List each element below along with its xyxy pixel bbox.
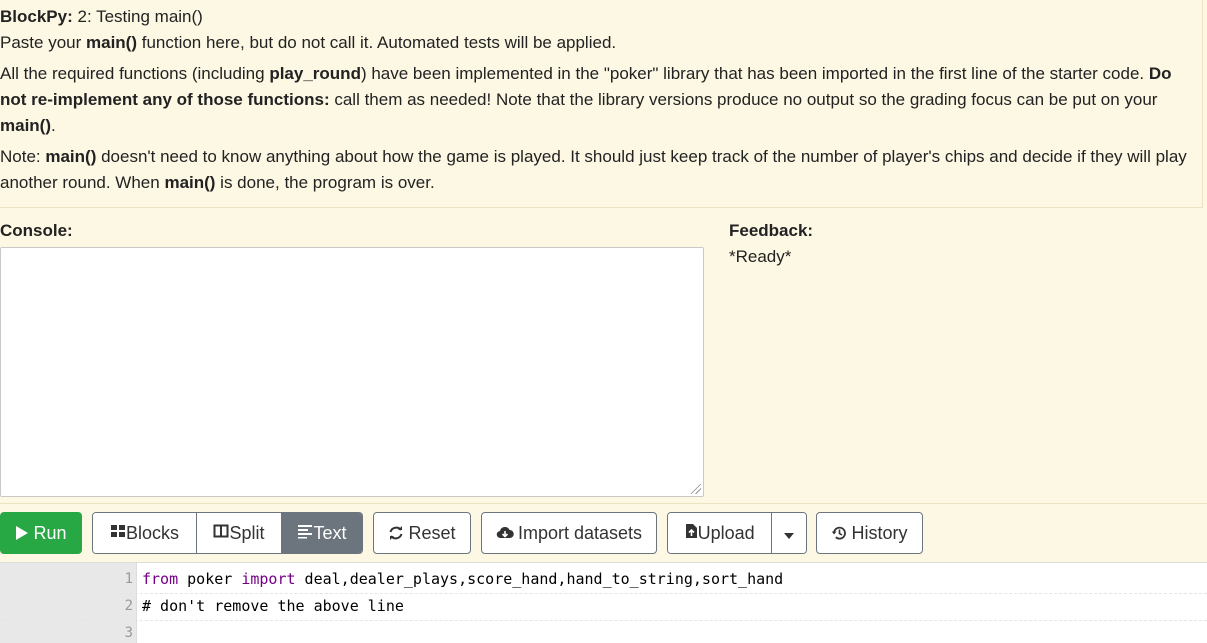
upload-label: Upload <box>697 522 755 543</box>
import-label: Import datasets <box>517 522 643 543</box>
toolbar-divider <box>0 503 1207 504</box>
feedback-status: *Ready* <box>729 247 792 266</box>
assignment-title: 2: Testing main() <box>77 7 203 26</box>
text-mode-button[interactable]: Text <box>281 513 362 553</box>
console-label: Console: <box>0 221 73 240</box>
feedback-label: Feedback: <box>729 221 814 240</box>
upload-button[interactable]: Upload <box>668 513 772 553</box>
line-number: 2 <box>124 598 133 614</box>
play-icon <box>15 525 29 541</box>
text-label: Text <box>313 522 347 543</box>
split-mode-button[interactable]: Split <box>196 513 281 553</box>
upload-button-group: Upload <box>667 512 807 554</box>
instruction-paragraph-3: Note: main() doesn't need to know anythi… <box>0 147 1187 192</box>
code-editor[interactable]: 1 from poker import deal,dealer_plays,sc… <box>0 562 1207 643</box>
reset-button[interactable]: Reset <box>373 512 471 554</box>
console-output[interactable] <box>0 247 704 497</box>
columns-icon <box>213 523 229 544</box>
assignment-header: BlockPy: 2: Testing main() <box>0 4 203 30</box>
run-label: Run <box>33 522 67 543</box>
blocks-label: Blocks <box>125 522 179 543</box>
file-upload-icon <box>685 523 698 544</box>
grid-icon <box>110 523 126 544</box>
code-text: from poker import deal,dealer_plays,scor… <box>142 570 784 588</box>
history-label: History <box>851 522 908 543</box>
code-line[interactable]: 2 # don't remove the above line <box>0 593 1207 621</box>
align-left-icon <box>297 523 313 544</box>
instruction-paragraph-2: All the required functions (including pl… <box>0 64 1172 135</box>
reset-label: Reset <box>408 522 456 543</box>
line-number: 3 <box>124 625 133 641</box>
editor-mode-toggle: Blocks Split Text <box>92 512 363 554</box>
app-name: BlockPy: <box>0 7 73 26</box>
line-number: 1 <box>124 571 133 587</box>
code-line[interactable]: 1 from poker import deal,dealer_plays,sc… <box>0 566 1207 594</box>
instruction-paragraph-1: Paste your main() function here, but do … <box>0 33 617 52</box>
history-icon <box>831 525 847 541</box>
upload-dropdown-toggle[interactable] <box>771 513 806 553</box>
code-line[interactable]: 3 <box>0 620 1207 643</box>
blockpy-app: BlockPy: 2: Testing main() Paste your ma… <box>0 0 1207 643</box>
blocks-mode-button[interactable]: Blocks <box>93 513 196 553</box>
resize-handle[interactable] <box>691 484 701 494</box>
import-datasets-button[interactable]: Import datasets <box>481 512 657 554</box>
refresh-icon <box>388 525 404 541</box>
code-comment: # don't remove the above line <box>142 597 404 615</box>
run-button[interactable]: Run <box>0 512 82 554</box>
instructions-panel: BlockPy: 2: Testing main() Paste your ma… <box>0 0 1203 208</box>
split-label: Split <box>229 522 265 543</box>
cloud-download-icon <box>496 525 514 541</box>
history-button[interactable]: History <box>816 512 923 554</box>
caret-down-icon <box>784 523 795 544</box>
